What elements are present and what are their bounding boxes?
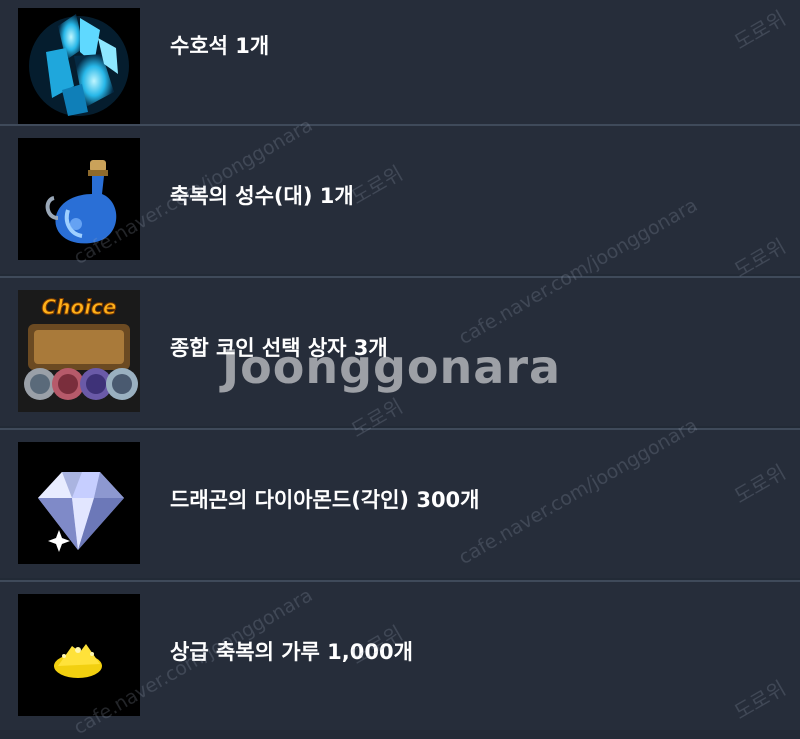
reward-item-row: 상급 축복의 가루 1,000개 <box>0 580 800 730</box>
reward-item-row: Choice 종합 코인 선택 상자 3개 <box>0 276 800 426</box>
diamond-icon <box>18 442 140 564</box>
reward-item-row: 수호석 1개 <box>0 0 800 130</box>
item-label: 드래곤의 다이아몬드(각인) 300개 <box>170 488 480 512</box>
reward-item-row: 드래곤의 다이아몬드(각인) 300개 <box>0 428 800 578</box>
blue-potion-flask-icon <box>18 138 140 260</box>
choice-coin-chest-icon: Choice <box>18 290 140 412</box>
choice-badge-text: Choice <box>42 295 117 319</box>
item-label: 축복의 성수(대) 1개 <box>170 184 354 208</box>
golden-powder-icon <box>18 594 140 716</box>
item-label: 수호석 1개 <box>170 34 270 58</box>
blue-crystal-icon <box>18 8 140 130</box>
reward-item-row: 축복의 성수(대) 1개 <box>0 124 800 274</box>
item-label: 상급 축복의 가루 1,000개 <box>170 640 413 664</box>
reward-item-list: 수호석 1개 축복의 성수(대) 1개 Choice 종합 코인 선택 상자 3… <box>0 0 800 732</box>
item-label: 종합 코인 선택 상자 3개 <box>170 336 388 360</box>
